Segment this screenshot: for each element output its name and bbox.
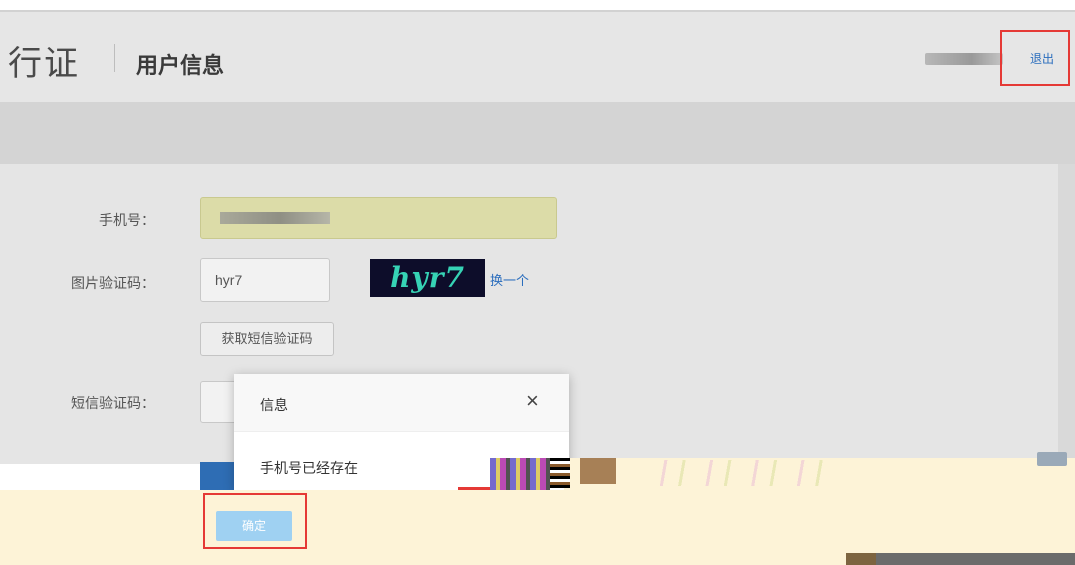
brand-title: 行证 bbox=[8, 45, 80, 83]
brand-separator bbox=[114, 44, 115, 72]
page-title: 用户信息 bbox=[136, 53, 225, 78]
phone-number-blurred bbox=[220, 212, 330, 224]
dialog-title: 信息 bbox=[260, 397, 288, 413]
close-icon[interactable]: × bbox=[526, 390, 539, 412]
phone-label: 手机号： bbox=[99, 212, 155, 228]
image-artifact-noise bbox=[458, 487, 490, 490]
submit-button-partial[interactable] bbox=[200, 462, 234, 490]
captcha-image[interactable]: hyr7 bbox=[370, 259, 485, 297]
image-artifact-noise bbox=[1037, 452, 1067, 466]
captcha-label: 图片验证码： bbox=[71, 275, 155, 291]
image-artifact-noise bbox=[550, 458, 570, 488]
captcha-input[interactable]: hyr7 bbox=[200, 258, 330, 302]
image-artifact-noise bbox=[490, 458, 550, 490]
dialog-title-bar: 信息 × bbox=[234, 374, 569, 432]
swap-captcha-link[interactable]: 换一个 bbox=[490, 270, 529, 289]
get-sms-code-button[interactable]: 获取短信验证码 bbox=[200, 322, 334, 356]
image-artifact-strip bbox=[846, 553, 1075, 565]
confirm-button[interactable]: 确定 bbox=[216, 511, 292, 541]
image-artifact-streaks bbox=[640, 460, 840, 486]
image-artifact-noise bbox=[580, 458, 616, 484]
username-blurred bbox=[925, 53, 1003, 65]
dialog-message: 手机号已经存在 bbox=[260, 460, 358, 476]
toolbar-band bbox=[0, 102, 1075, 164]
image-artifact-strip bbox=[846, 553, 876, 565]
page-header: 行证 用户信息 退出 bbox=[0, 12, 1075, 102]
sms-code-label: 短信验证码： bbox=[71, 395, 155, 411]
logout-link[interactable]: 退出 bbox=[1030, 50, 1054, 67]
